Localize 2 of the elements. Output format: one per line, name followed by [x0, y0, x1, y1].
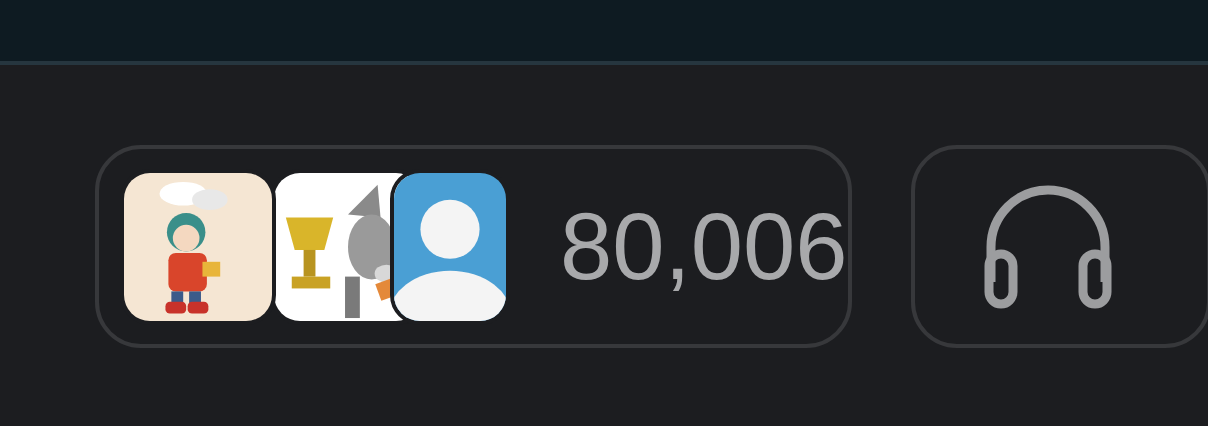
members-button[interactable]: 80,006: [95, 145, 852, 348]
headphones-button[interactable]: [910, 145, 1208, 348]
